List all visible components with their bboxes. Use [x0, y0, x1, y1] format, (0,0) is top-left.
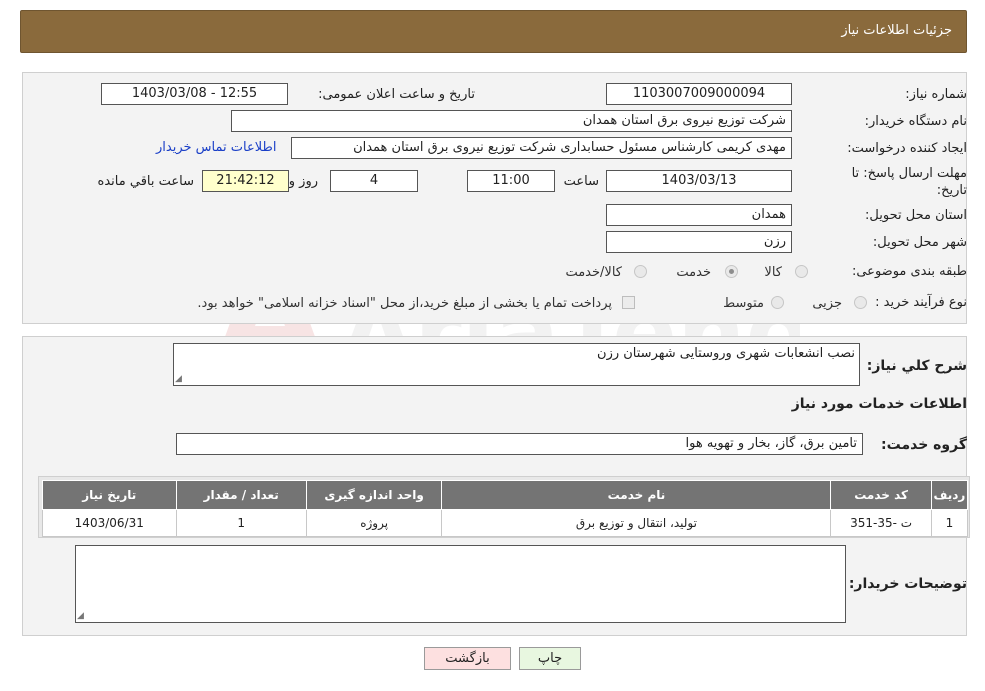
category-option-goods: کالا [764, 265, 782, 280]
buyer-org-label: نام دستگاه خریدار: [864, 114, 967, 129]
services-section-title: اطلاعات خدمات مورد نیاز [791, 396, 967, 412]
category-radio-goods-service[interactable] [634, 265, 647, 278]
cell-row-number: 1 [930, 509, 969, 537]
category-label: طبقه بندی موضوعی: [851, 264, 967, 279]
days-label: روز و [288, 174, 318, 189]
col-header-unit: واحد اندازه گیری [305, 480, 443, 510]
cell-service-code: ت -35-351 [830, 509, 932, 537]
deadline-date-field[interactable]: 1403/03/13 [606, 170, 792, 192]
need-number-label: شماره نیاز: [905, 87, 967, 102]
announce-label: تاریخ و ساعت اعلان عمومی: [318, 87, 475, 102]
city-field[interactable]: رزن [606, 231, 792, 253]
category-option-service: خدمت [676, 265, 711, 280]
deadline-time-label: ساعت [563, 174, 599, 189]
col-header-service-code: کد خدمت [830, 480, 932, 510]
deadline-label-date: تاریخ: [936, 183, 967, 198]
cell-unit: پروژه [305, 509, 443, 537]
services-table-wrapper: ردیف کد خدمت نام خدمت واحد اندازه گیری ت… [38, 476, 970, 538]
process-label: نوع فرآیند خرید : [875, 295, 967, 310]
service-group-label: گروه خدمت: [881, 437, 967, 453]
city-label: شهر محل تحویل: [872, 235, 967, 250]
announce-field[interactable]: 1403/03/08 - 12:55 [101, 83, 288, 105]
cell-quantity: 1 [175, 509, 307, 537]
resize-grip-icon[interactable]: ◢ [77, 612, 86, 621]
col-header-quantity: تعداد / مقدار [175, 480, 307, 510]
deadline-label: مهلت ارسال پاسخ: تا [851, 166, 967, 181]
process-option-partial: جزیی [812, 296, 842, 311]
cell-need-date: 1403/06/31 [42, 509, 177, 537]
deadline-time-field[interactable]: 11:00 [467, 170, 555, 192]
buyer-notes-textarea[interactable]: ◢ [75, 545, 846, 623]
category-radio-goods[interactable] [795, 265, 808, 278]
category-option-goods-service: کالا/خدمت [565, 265, 622, 280]
back-button[interactable]: بازگشت [424, 647, 511, 670]
page-title: جزئیات اطلاعات نیاز [841, 23, 952, 38]
services-table: ردیف کد خدمت نام خدمت واحد اندازه گیری ت… [42, 480, 969, 537]
treasury-payment-checkbox[interactable] [622, 296, 635, 309]
remaining-time-field[interactable]: 21:42:12 [202, 170, 289, 192]
service-group-field[interactable]: تامین برق، گاز، بخار و تهویه هوا [176, 433, 863, 455]
days-field[interactable]: 4 [330, 170, 418, 192]
col-header-row-number: ردیف [930, 480, 969, 510]
buyer-notes-label: توضیحات خریدار: [848, 576, 967, 592]
table-row: 1 ت -35-351 تولید، انتقال و توزیع برق پر… [42, 509, 969, 537]
col-header-need-date: تاریخ نیاز [42, 480, 177, 510]
province-field[interactable]: همدان [606, 204, 792, 226]
creator-label: ایجاد کننده درخواست: [847, 141, 967, 156]
print-button[interactable]: چاپ [519, 647, 581, 670]
category-radio-service[interactable] [725, 265, 738, 278]
process-radio-medium[interactable] [771, 296, 784, 309]
summary-textarea[interactable]: نصب انشعابات شهری وروستایی شهرستان رزن ◢ [173, 343, 860, 386]
remaining-label: ساعت باقي مانده [97, 174, 194, 189]
creator-field[interactable]: مهدی کریمی کارشناس مسئول حسابداری شرکت ت… [291, 137, 792, 159]
col-header-service-name: نام خدمت [441, 480, 832, 510]
cell-service-name: تولید، انتقال و توزیع برق [441, 509, 832, 537]
summary-text: نصب انشعابات شهری وروستایی شهرستان رزن [597, 346, 855, 361]
buyer-org-field[interactable]: شرکت توزیع نیروی برق استان همدان [231, 110, 792, 132]
process-option-medium: متوسط [723, 296, 764, 311]
buyer-contact-link[interactable]: اطلاعات تماس خریدار [156, 140, 276, 155]
process-radio-partial[interactable] [854, 296, 867, 309]
page-header: جزئیات اطلاعات نیاز [20, 10, 967, 53]
table-header-row: ردیف کد خدمت نام خدمت واحد اندازه گیری ت… [42, 480, 969, 510]
resize-grip-icon[interactable]: ◢ [175, 375, 184, 384]
need-number-field[interactable]: 1103007009000094 [606, 83, 792, 105]
summary-label: شرح کلي نیاز: [866, 358, 967, 374]
treasury-payment-note: پرداخت تمام یا بخشی از مبلغ خرید،از محل … [197, 296, 612, 311]
province-label: استان محل تحویل: [865, 208, 967, 223]
